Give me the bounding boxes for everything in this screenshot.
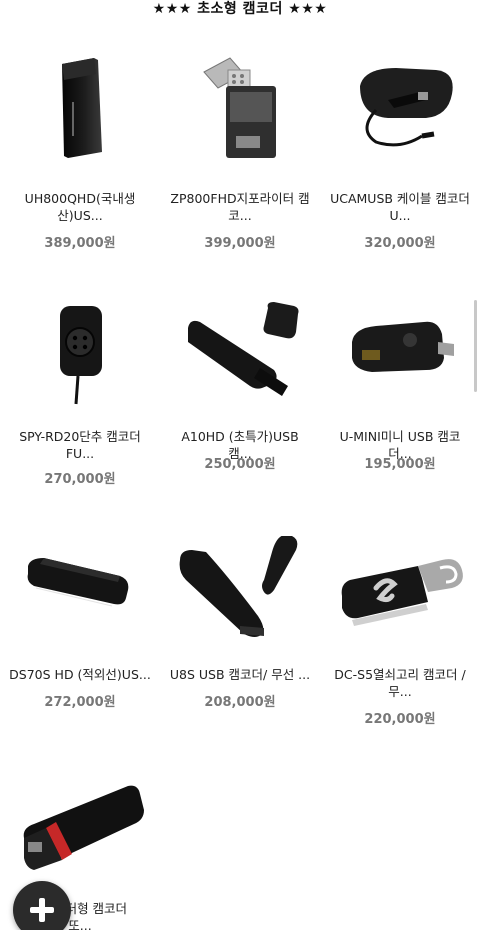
product-price: 272,000원 [44,695,116,710]
mini-usb-camcorder-image[interactable] [330,298,470,428]
product-name-line1[interactable]: SPY-RD20단추 캠코더 [8,428,152,445]
lighter-camcorder-image[interactable] [10,770,150,900]
keychain-camcorder-image[interactable] [330,536,470,666]
flat-black-usb-camcorder-image[interactable] [10,40,150,170]
product-price: 195,000원 [364,457,436,472]
section-title: ★★★ 초소형 캠코더 ★★★ [152,1,328,17]
button-camcorder-image[interactable] [10,298,150,428]
product-name-line2[interactable]: U... [328,207,472,224]
usb-cable-camcorder-case-image[interactable] [330,40,470,170]
product-price: 208,000원 [204,695,276,710]
product-price: 389,000원 [44,236,116,251]
product-name-line1[interactable]: UCAMUSB 케이블 캠코더 [328,190,472,207]
product-name-line2[interactable]: FU... [8,445,152,462]
add-floating-button[interactable] [13,881,71,930]
product-price: 399,000원 [204,236,276,251]
product-name-line2[interactable]: 무... [328,683,472,700]
scrollbar[interactable] [474,300,477,392]
product-name-line2[interactable]: 코... [168,207,312,224]
product-price: 220,000원 [364,712,436,727]
product-name-line2[interactable]: 산)US... [8,207,152,224]
slim-infrared-camcorder-image[interactable] [10,536,150,666]
product-name-line1[interactable]: DC-S5열쇠고리 캠코더 / [328,666,472,683]
wireless-usb-camcorder-image[interactable] [170,536,310,666]
product-list-page: ★★★ 초소형 캠코더 ★★★ UH800QHD(국내생 산)US... 389… [0,0,480,930]
product-name-line1[interactable]: DS70S HD (적외선)US... [8,666,152,683]
product-name-line1[interactable]: ZP800FHD지포라이터 캠 [168,190,312,207]
usb-stick-camcorder-image[interactable] [170,298,310,428]
product-price: 320,000원 [364,236,436,251]
product-name-line1[interactable]: UH800QHD(국내생 [8,190,152,207]
product-price: 250,000원 [204,457,276,472]
product-price: 270,000원 [44,472,116,487]
plus-icon-vertical [39,898,45,922]
product-name-line1[interactable]: U8S USB 캠코더/ 무선 ... [168,666,312,683]
zippo-lighter-camcorder-image[interactable] [170,40,310,170]
